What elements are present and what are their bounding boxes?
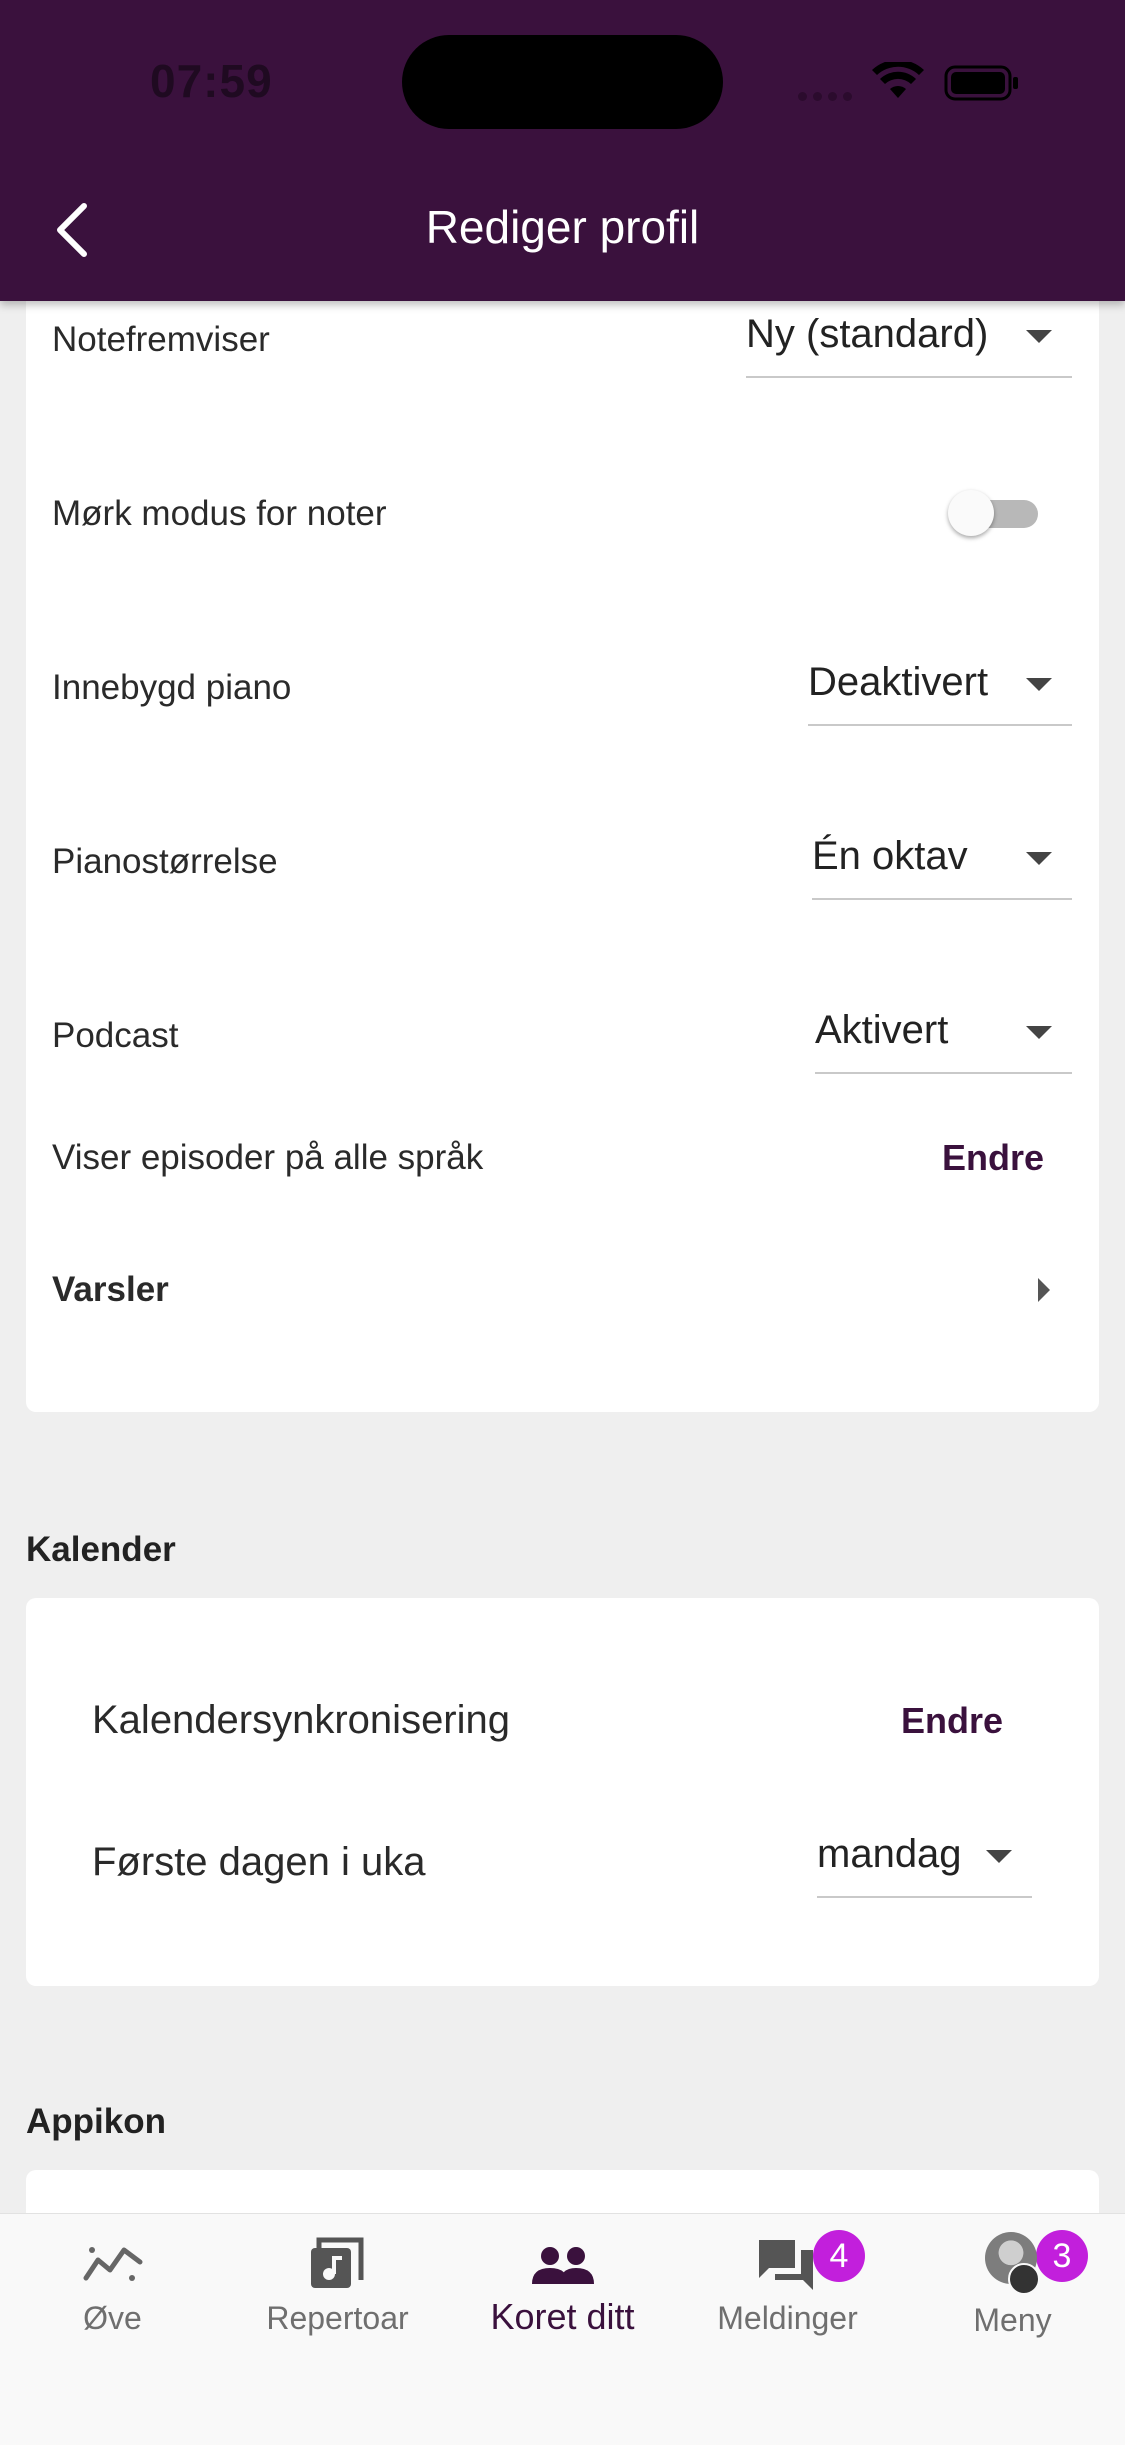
nav-label-practice: Øve — [83, 2300, 142, 2336]
note-viewer-dropdown[interactable]: Ny (standard) — [746, 308, 1072, 378]
wifi-icon — [872, 62, 924, 98]
nav-item-practice[interactable]: Øve — [0, 2214, 225, 2374]
music-note-icon — [311, 2237, 364, 2288]
podcast-value: Aktivert — [815, 1008, 949, 1052]
built-in-piano-value: Deaktivert — [808, 660, 989, 704]
built-in-piano-label: Innebygd piano — [52, 668, 292, 707]
nav-label-repertoire: Repertoar — [266, 2300, 409, 2336]
nav-item-messages[interactable]: Meldinger 4 — [675, 2214, 900, 2374]
dynamic-island — [402, 35, 723, 129]
first-day-label: Første dagen i uka — [92, 1840, 426, 1884]
calendar-sync-label: Kalendersynkronisering — [92, 1698, 511, 1742]
dropdown-caret-icon — [1026, 330, 1052, 343]
calendar-section-title: Kalender — [26, 1530, 176, 1569]
podcast-dropdown[interactable]: Aktivert — [815, 1004, 1072, 1074]
dropdown-caret-icon — [1026, 852, 1052, 865]
piano-size-dropdown[interactable]: Én oktav — [812, 830, 1072, 900]
battery-icon — [944, 65, 1018, 101]
calendar-card — [26, 1598, 1099, 1986]
episodes-change-button[interactable]: Endre — [942, 1137, 1044, 1179]
nav-label-messages: Meldinger — [717, 2300, 858, 2336]
note-viewer-value: Ny (standard) — [746, 312, 989, 356]
episodes-label: Viser episoder på alle språk — [52, 1138, 484, 1177]
dropdown-caret-icon — [1026, 1026, 1052, 1039]
first-day-value: mandag — [817, 1832, 962, 1876]
messages-badge: 4 — [813, 2230, 865, 2282]
menu-lines-icon — [1008, 2263, 1040, 2295]
first-day-dropdown[interactable]: mandag — [817, 1828, 1032, 1898]
nav-item-your-choir[interactable]: Koret ditt — [450, 2214, 675, 2374]
notifications-label[interactable]: Varsler — [52, 1270, 169, 1310]
app-header: 07:59 Rediger profil — [0, 0, 1125, 301]
calendar-sync-change-button[interactable]: Endre — [901, 1700, 1003, 1742]
group-icon — [532, 2247, 594, 2284]
chat-icon — [759, 2240, 813, 2290]
toggle-knob — [948, 490, 994, 536]
dark-mode-toggle[interactable] — [948, 490, 1044, 536]
piano-size-value: Én oktav — [812, 834, 968, 878]
podcast-label: Podcast — [52, 1016, 179, 1055]
dropdown-caret-icon — [1026, 678, 1052, 691]
signal-icon — [798, 88, 858, 106]
nav-label-your-choir: Koret ditt — [490, 2296, 635, 2337]
dropdown-caret-icon — [986, 1850, 1012, 1863]
chevron-right-icon[interactable] — [1038, 1278, 1050, 1302]
built-in-piano-dropdown[interactable]: Deaktivert — [808, 656, 1072, 726]
nav-item-repertoire[interactable]: Repertoar — [225, 2214, 450, 2374]
note-viewer-label: Notefremviser — [52, 320, 270, 359]
practice-chart-icon — [83, 2247, 143, 2281]
nav-label-menu: Meny — [973, 2302, 1052, 2338]
menu-badge: 3 — [1036, 2230, 1088, 2282]
app-icon-section-title: Appikon — [26, 2102, 166, 2141]
bottom-navigation: Øve Repertoar Koret ditt Meldinger 4 Men… — [0, 2213, 1125, 2445]
dark-mode-label: Mørk modus for noter — [52, 494, 387, 533]
piano-size-label: Pianostørrelse — [52, 842, 278, 881]
page-title: Rediger profil — [425, 201, 700, 253]
status-time: 07:59 — [150, 55, 273, 107]
